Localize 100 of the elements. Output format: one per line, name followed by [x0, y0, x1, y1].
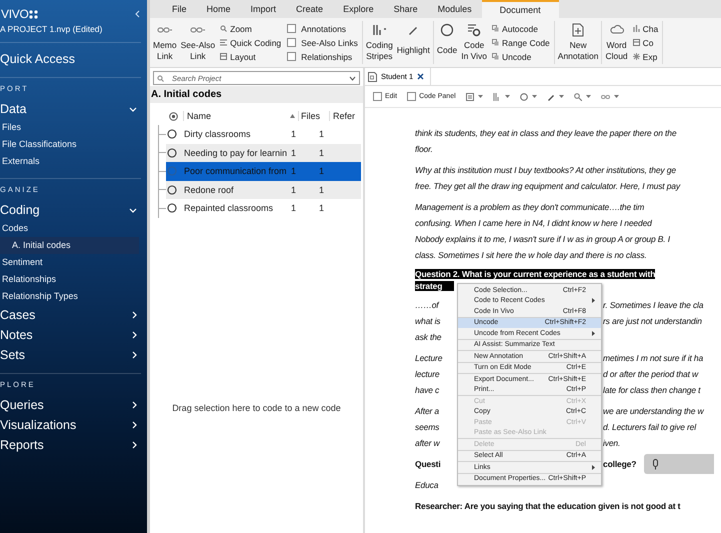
ribbon-button[interactable]: Co — [632, 36, 658, 49]
nav-item[interactable]: Notes — [0, 325, 147, 345]
ribbon-button[interactable]: Layout — [220, 50, 282, 63]
square-icon — [632, 39, 640, 46]
code-row[interactable]: Dirty classrooms 1 1 — [166, 125, 361, 144]
nav-item[interactable]: Coding — [0, 200, 147, 220]
code-row[interactable]: Repainted classrooms 1 1 — [166, 199, 361, 218]
ribbon-tab[interactable]: Create — [286, 0, 334, 18]
nav-subitem[interactable]: Relationships — [0, 271, 139, 288]
nav-subitem[interactable]: Relationship Types — [0, 288, 139, 305]
nav-subitem[interactable]: Sentiment — [0, 254, 139, 271]
search-icon — [157, 74, 164, 82]
ribbon-button[interactable]: Autocode — [492, 22, 550, 35]
lines-box-dropdown-icon[interactable] — [466, 92, 483, 100]
circle-icon — [167, 184, 177, 195]
ribbon-button[interactable]: Zoom — [220, 22, 282, 35]
ribbon-tab[interactable]: File — [162, 0, 197, 18]
ribbon-tab[interactable]: Home — [196, 0, 241, 18]
asterisk-icon — [632, 53, 640, 60]
circle-icon — [167, 129, 177, 140]
ribbon-button[interactable]: Quick Coding — [220, 36, 282, 49]
ribbon-button[interactable]: Uncode — [492, 50, 550, 63]
pen-dropdown-icon[interactable] — [546, 92, 564, 100]
code-name: Redone roof — [184, 184, 235, 195]
dropdown-caret-icon[interactable] — [349, 76, 356, 80]
code-name: Poor communication from — [184, 166, 288, 176]
files-count: 1 — [291, 129, 298, 140]
references-count: 1 — [319, 166, 324, 176]
nav-subitem[interactable]: File Classifications — [0, 136, 139, 153]
nav-item[interactable]: Sets — [0, 345, 147, 365]
nav-subitem[interactable]: Externals — [0, 153, 139, 170]
ribbon-button[interactable]: Range Code — [492, 36, 550, 49]
ribbon-button[interactable]: See-Also Link — [178, 21, 218, 64]
document-text: Researcher: Are you saying that the education given is not good at t — [415, 501, 680, 511]
document-text: Lecture — [415, 353, 444, 363]
ribbon-button[interactable]: Exp — [632, 50, 658, 63]
nav-subitem[interactable]: A. Initial codes — [0, 237, 139, 254]
nav-item[interactable]: Queries — [0, 395, 147, 415]
nav-item[interactable]: Data — [0, 99, 147, 119]
nav-item[interactable]: Quick Access — [0, 49, 147, 69]
document-text: Why at this institution must I buy textbooks? At other institutions, they ge — [415, 165, 676, 175]
nav-item[interactable]: Reports — [0, 435, 147, 455]
code-row[interactable]: Redone roof 1 1 — [166, 180, 361, 199]
stripes-icon — [372, 23, 386, 37]
document-text: confusing. When I came here in N4, I didnt know w here I needed — [415, 218, 652, 228]
ribbon-button[interactable]: Coding Stripes — [364, 21, 395, 64]
document-text: iven. — [603, 438, 620, 448]
column-header[interactable]: Name — [183, 111, 290, 121]
chain-dropdown-icon[interactable] — [600, 92, 619, 100]
nav-item[interactable]: Visualizations — [0, 415, 147, 435]
references-count: 1 — [319, 129, 324, 140]
ribbon-checkbox[interactable]: Relationships — [287, 50, 358, 63]
magnifier-dropdown-icon[interactable] — [574, 92, 591, 100]
document-text: Educa — [415, 480, 440, 490]
nav-subitem[interactable]: Codes — [0, 220, 139, 237]
circle-dropdown-icon[interactable] — [520, 92, 537, 100]
ribbon-checkbox[interactable]: See-Also Links — [287, 36, 358, 49]
document-text: lecture — [415, 369, 440, 379]
ribbon-button[interactable]: Code In Vivo — [459, 21, 490, 64]
document-text: ……of — [415, 300, 440, 310]
document-text: strateg — [415, 281, 454, 291]
ribbon-tab[interactable]: Import — [240, 0, 286, 18]
code-name: Repainted classrooms — [184, 203, 274, 214]
ribbon-button[interactable]: Cha — [632, 22, 658, 35]
ribbon-button[interactable]: Code — [434, 21, 460, 64]
references-count: 1 — [319, 184, 324, 195]
lines-circle-icon — [467, 23, 482, 37]
circle-icon — [440, 23, 454, 37]
code-row[interactable]: Needing to pay for learnin 1 1 — [166, 144, 361, 162]
document-text: think its students, they eat in class and they leave the paper there on the — [415, 128, 676, 138]
files-count: 1 — [291, 203, 298, 214]
document-text: Nobody explains it to me, I wasn't sure if I w as in group A or group B. I — [415, 234, 670, 244]
page-plus-icon — [572, 23, 584, 37]
ribbon-tab[interactable]: Modules — [428, 0, 482, 18]
project-name: A PROJECT 1.nvp (Edited) — [0, 24, 104, 34]
ribbon-tab[interactable]: Explore — [333, 0, 384, 18]
column-header[interactable]: Files — [298, 111, 329, 121]
files-count: 1 — [291, 148, 298, 158]
nav-item[interactable]: Cases — [0, 305, 147, 325]
ribbon-tab[interactable]: Document — [482, 0, 559, 18]
ribbon-button[interactable]: Memo Link — [151, 21, 179, 64]
ribbon-button[interactable]: New Annotation — [556, 21, 600, 64]
references-count: 1 — [319, 148, 324, 158]
document-text: class. Sometimes I sit here the w hole day and there is no class. — [415, 250, 647, 260]
collapse-icon[interactable] — [135, 10, 140, 18]
document-text: after w — [415, 438, 441, 448]
document-icon — [368, 72, 377, 82]
nav-subitem[interactable]: Files — [0, 119, 139, 136]
close-icon[interactable] — [417, 73, 424, 80]
document-text: rs are just not understandin — [603, 316, 702, 326]
stripes-dropdown-icon[interactable] — [492, 92, 510, 100]
microphone-icon[interactable] — [652, 458, 660, 470]
ribbon-button[interactable]: Word Cloud — [603, 21, 630, 64]
document-text: Management is a problem as they don't communicate….the tim — [415, 202, 644, 212]
ribbon-checkbox[interactable]: Annotations — [287, 22, 358, 35]
ribbon-button[interactable]: Highlight — [394, 21, 432, 64]
column-header[interactable]: Refer — [329, 111, 356, 121]
files-count: 1 — [291, 184, 298, 195]
ribbon-tab[interactable]: Share — [384, 0, 428, 18]
lines-icon — [220, 39, 228, 46]
